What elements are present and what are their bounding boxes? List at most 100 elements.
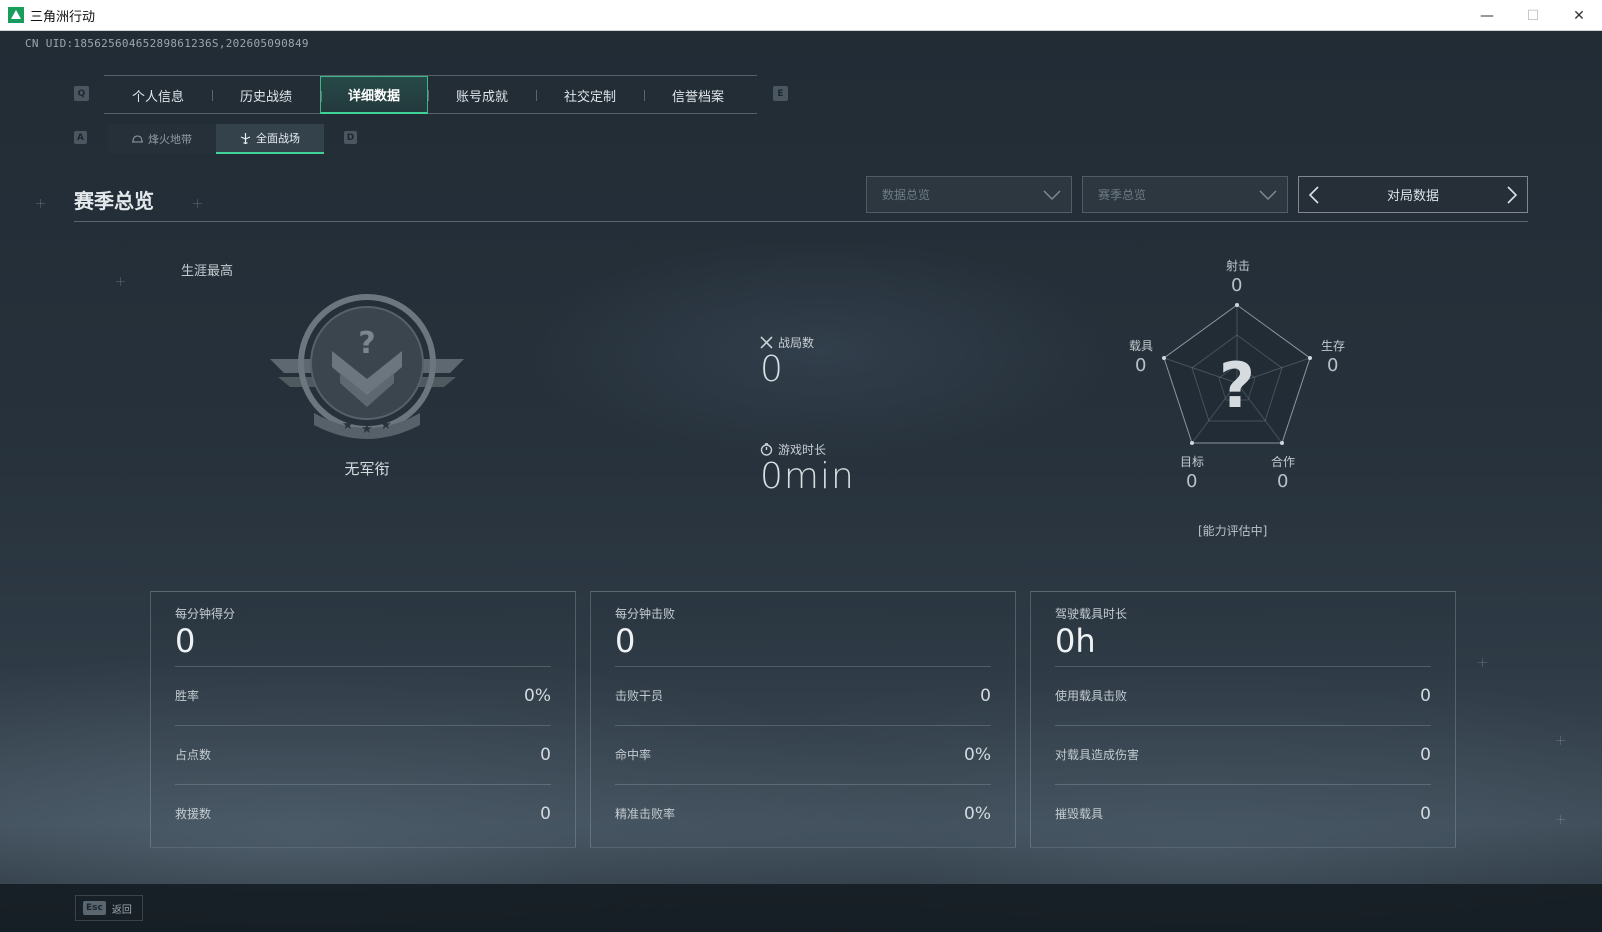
data-type-dropdown-label: 数据总览 — [882, 188, 931, 202]
stat-value: 0% — [964, 744, 991, 765]
subtab-operations[interactable]: 烽火地带 — [108, 124, 216, 154]
rank-badge-icon: ? ★ ★ ★ — [270, 294, 464, 439]
minimize-button[interactable]: — — [1464, 0, 1510, 31]
stat-row: 占点数 0 — [175, 725, 551, 783]
stat-label: 胜率 — [175, 689, 200, 703]
stopwatch-icon — [760, 443, 773, 456]
stat-label: 占点数 — [175, 748, 212, 762]
stat-label: 命中率 — [615, 748, 652, 762]
panel-title: 每分钟击败 — [615, 607, 676, 621]
radar-label-teamwork: 合作 — [1271, 455, 1296, 469]
svg-text:★: ★ — [380, 418, 392, 433]
panel-value: 0 — [615, 622, 636, 660]
radar-unknown-icon: ? — [1219, 349, 1255, 422]
stat-label: 对载具造成伤害 — [1055, 748, 1140, 762]
panel-value: 0h — [1055, 622, 1096, 660]
panel-title: 每分钟得分 — [175, 607, 236, 621]
footer-bar — [0, 884, 1602, 932]
window-title: 三角洲行动 — [30, 9, 96, 25]
stat-value: 0 — [540, 744, 551, 765]
stat-label: 摧毁载具 — [1055, 807, 1104, 821]
radar-value-survival: 0 — [1327, 355, 1339, 376]
window-titlebar: 三角洲行动 — ☐ ✕ — [0, 0, 1602, 31]
decor-cross — [36, 199, 45, 208]
data-type-dropdown[interactable]: 数据总览 — [866, 176, 1072, 213]
stat-row: 精准击败率 0% — [615, 784, 991, 842]
stat-row: 摧毁载具 0 — [1055, 784, 1431, 842]
crossed-swords-icon — [760, 336, 773, 349]
stat-label: 精准击败率 — [615, 807, 676, 821]
next-tab-key-hint[interactable]: E — [773, 86, 788, 101]
chevron-down-icon — [1043, 190, 1061, 201]
radar-label-vehicle: 载具 — [1129, 339, 1154, 353]
chevron-down-icon — [1259, 190, 1277, 201]
game-viewport: CN UID:18562560465289861236S,20260509084… — [0, 31, 1602, 932]
radar-label-objective: 目标 — [1180, 455, 1205, 469]
stat-label: 救援数 — [175, 807, 212, 821]
decor-cross — [116, 277, 125, 286]
stat-value: 0 — [1420, 744, 1431, 765]
matches-value: 0 — [760, 349, 784, 390]
subtab-warfare-label: 全面战场 — [256, 132, 300, 145]
player-uid: CN UID:18562560465289861236S,20260509084… — [25, 37, 309, 50]
back-button[interactable]: Esc 返回 — [75, 895, 143, 921]
ability-status: [能力评估中] — [1198, 524, 1268, 538]
radar-label-survival: 生存 — [1321, 339, 1346, 353]
svg-text:★: ★ — [342, 418, 354, 433]
decor-cross — [1478, 658, 1487, 667]
subtab-warfare[interactable]: 全面战场 — [216, 124, 324, 154]
stat-row: 救援数 0 — [175, 784, 551, 842]
tab-personal-info[interactable]: 个人信息 — [104, 76, 212, 114]
vehicle-stats-panel: 驾驶载具时长 0h 使用载具击败 0 对载具造成伤害 0 摧毁载具 0 — [1030, 591, 1456, 848]
subtab-operations-label: 烽火地带 — [148, 133, 192, 146]
stat-value: 0 — [540, 803, 551, 824]
decor-cross — [1556, 736, 1565, 745]
close-button[interactable]: ✕ — [1556, 0, 1602, 31]
ability-radar-chart: ? — [1162, 303, 1312, 445]
window-controls: — ☐ ✕ — [1464, 0, 1602, 31]
maximize-button[interactable]: ☐ — [1510, 0, 1556, 31]
svg-text:?: ? — [358, 326, 375, 361]
main-tabs: 个人信息 历史战绩 详细数据 账号成就 社交定制 信誉档案 — [104, 75, 757, 114]
stat-row: 胜率 0% — [175, 666, 551, 724]
svg-text:★: ★ — [361, 422, 373, 437]
radar-value-shooting: 0 — [1231, 275, 1243, 296]
next-subtab-key-hint[interactable]: D — [344, 131, 357, 144]
stat-row: 击败干员 0 — [615, 666, 991, 724]
panel-title: 驾驶载具时长 — [1055, 607, 1128, 621]
plane-icon — [240, 132, 251, 144]
stat-value: 0 — [1420, 685, 1431, 706]
season-dropdown-label: 赛季总览 — [1098, 188, 1147, 202]
playtime-value: 0min — [760, 456, 855, 497]
radar-value-vehicle: 0 — [1135, 355, 1147, 376]
decor-cross — [1556, 815, 1565, 824]
rank-name: 无军衔 — [344, 460, 390, 478]
prev-tab-key-hint[interactable]: Q — [74, 86, 89, 101]
tab-social-custom[interactable]: 社交定制 — [536, 76, 644, 114]
esc-key-hint: Esc — [83, 901, 106, 915]
tab-match-history[interactable]: 历史战绩 — [212, 76, 320, 114]
kill-stats-panel: 每分钟击败 0 击败干员 0 命中率 0% 精准击败率 0% — [590, 591, 1016, 848]
score-stats-panel: 每分钟得分 0 胜率 0% 占点数 0 救援数 0 — [150, 591, 576, 848]
radar-value-objective: 0 — [1186, 471, 1198, 492]
pager-label: 对局数据 — [1386, 189, 1439, 204]
stat-value: 0% — [964, 803, 991, 824]
chevron-left-icon[interactable] — [1307, 185, 1321, 205]
season-overview-title: 赛季总览 — [74, 189, 154, 213]
prev-subtab-key-hint[interactable]: A — [74, 131, 87, 144]
stat-value: 0 — [1420, 803, 1431, 824]
stat-value: 0 — [980, 685, 991, 706]
chevron-right-icon[interactable] — [1505, 185, 1519, 205]
stat-label: 使用载具击败 — [1055, 689, 1128, 703]
radar-label-shooting: 射击 — [1226, 259, 1251, 273]
header-divider — [74, 221, 1528, 222]
decor-cross — [193, 199, 202, 208]
tab-detailed-data[interactable]: 详细数据 — [320, 76, 428, 114]
career-highest-label: 生涯最高 — [181, 264, 234, 279]
season-dropdown[interactable]: 赛季总览 — [1082, 176, 1288, 213]
tab-achievements[interactable]: 账号成就 — [428, 76, 536, 114]
tab-reputation[interactable]: 信誉档案 — [644, 76, 752, 114]
match-data-pager: 对局数据 — [1298, 176, 1528, 213]
helmet-icon — [132, 134, 143, 142]
stat-row: 对载具造成伤害 0 — [1055, 725, 1431, 783]
